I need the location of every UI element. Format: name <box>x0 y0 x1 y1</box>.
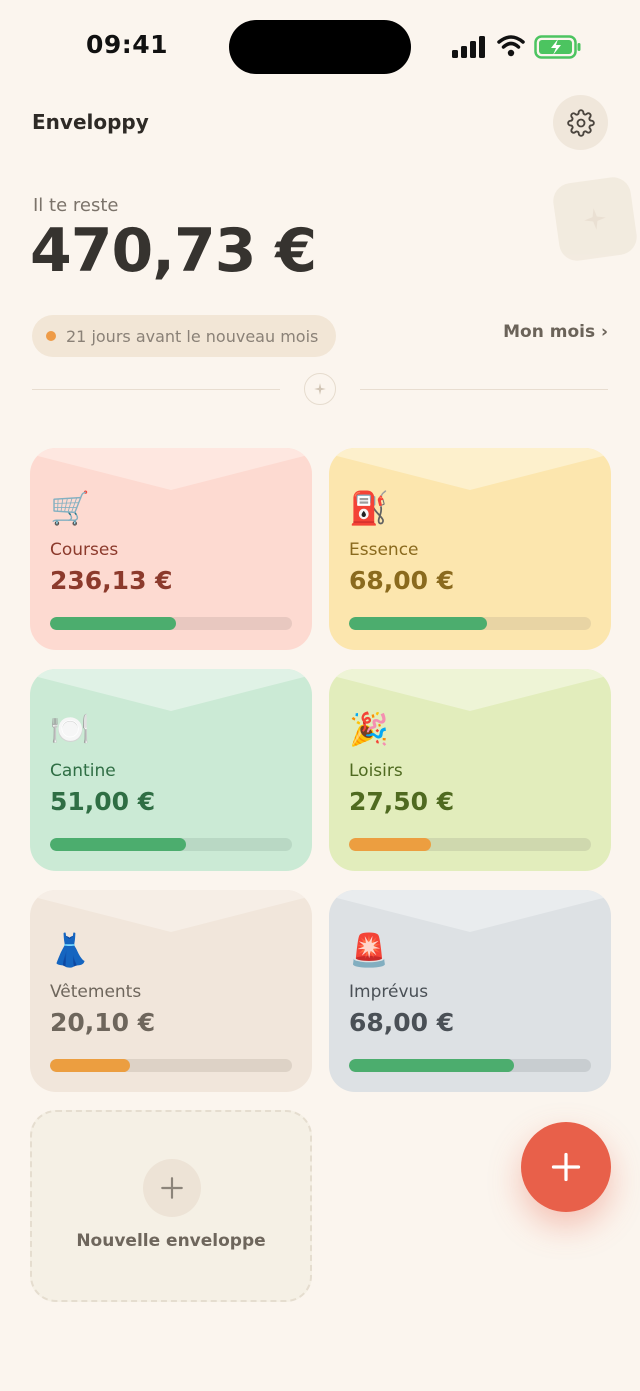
envelope-progress-fill <box>50 617 176 630</box>
envelope-progress-bar <box>349 1059 591 1072</box>
divider-line-right <box>360 389 608 390</box>
shopping-cart-icon: 🛒 <box>50 489 90 527</box>
new-envelope-label: Nouvelle enveloppe <box>76 1231 266 1251</box>
envelope-progress-fill <box>50 838 186 851</box>
siren-icon: 🚨 <box>349 931 389 969</box>
add-transaction-button[interactable] <box>521 1122 611 1212</box>
plus-circle <box>143 1159 201 1217</box>
envelope-progress-bar <box>50 1059 292 1072</box>
envelope-name: Courses <box>50 540 119 560</box>
envelope-amount: 68,00 € <box>349 1008 455 1037</box>
envelope-amount: 68,00 € <box>349 566 455 595</box>
gear-icon <box>566 108 595 137</box>
envelope-progress-bar <box>349 838 591 851</box>
envelope-progress-bar <box>349 617 591 630</box>
status-time: 09:41 <box>86 30 169 59</box>
envelope-name: Cantine <box>50 761 116 781</box>
settings-button[interactable] <box>553 95 608 150</box>
envelope-amount: 20,10 € <box>50 1008 156 1037</box>
month-link[interactable]: Mon mois › <box>503 322 608 342</box>
envelope-progress-bar <box>50 838 292 851</box>
signal-icon <box>452 36 485 58</box>
envelope-card[interactable]: ⛽ Essence 68,00 € <box>329 448 611 650</box>
section-divider <box>32 370 608 410</box>
envelope-card[interactable]: 👗 Vêtements 20,10 € <box>30 890 312 1092</box>
divider-sparkle-icon <box>304 373 336 405</box>
balance-label: Il te reste <box>33 195 119 216</box>
days-remaining-text: 21 jours avant le nouveau mois <box>66 326 319 346</box>
dynamic-island <box>229 20 411 74</box>
envelope-card[interactable]: 🍽️ Cantine 51,00 € <box>30 669 312 871</box>
sparkle-icon <box>584 208 606 230</box>
new-envelope-button[interactable]: Nouvelle enveloppe <box>30 1110 312 1302</box>
envelope-name: Imprévus <box>349 982 429 1002</box>
envelope-progress-fill <box>349 1059 514 1072</box>
envelope-progress-fill <box>349 838 432 851</box>
fuel-pump-icon: ⛽ <box>349 489 389 527</box>
envelope-card[interactable]: 🎉 Loisirs 27,50 € <box>329 669 611 871</box>
envelope-card[interactable]: 🚨 Imprévus 68,00 € <box>329 890 611 1092</box>
battery-icon <box>534 35 581 59</box>
sparkle-decoration <box>550 174 640 264</box>
divider-line-left <box>32 389 280 390</box>
party-popper-icon: 🎉 <box>349 710 389 748</box>
status-dot-icon <box>46 331 56 341</box>
envelope-name: Vêtements <box>50 982 142 1002</box>
envelope-amount: 51,00 € <box>50 787 156 816</box>
app-title: Enveloppy <box>32 110 149 134</box>
plus-icon <box>551 1152 581 1182</box>
days-remaining-badge: 21 jours avant le nouveau mois <box>32 315 337 357</box>
plate-cutlery-icon: 🍽️ <box>50 710 90 748</box>
status-bar: 09:41 <box>0 0 640 92</box>
envelope-amount: 236,13 € <box>50 566 173 595</box>
envelope-progress-bar <box>50 617 292 630</box>
envelope-name: Loisirs <box>349 761 403 781</box>
wifi-icon <box>497 35 525 57</box>
envelope-progress-fill <box>349 617 487 630</box>
dress-icon: 👗 <box>50 931 90 969</box>
envelope-name: Essence <box>349 540 419 560</box>
envelope-card[interactable]: 🛒 Courses 236,13 € <box>30 448 312 650</box>
balance-amount: 470,73 € <box>30 216 317 286</box>
plus-icon <box>161 1177 183 1199</box>
envelope-amount: 27,50 € <box>349 787 455 816</box>
envelope-progress-fill <box>50 1059 130 1072</box>
